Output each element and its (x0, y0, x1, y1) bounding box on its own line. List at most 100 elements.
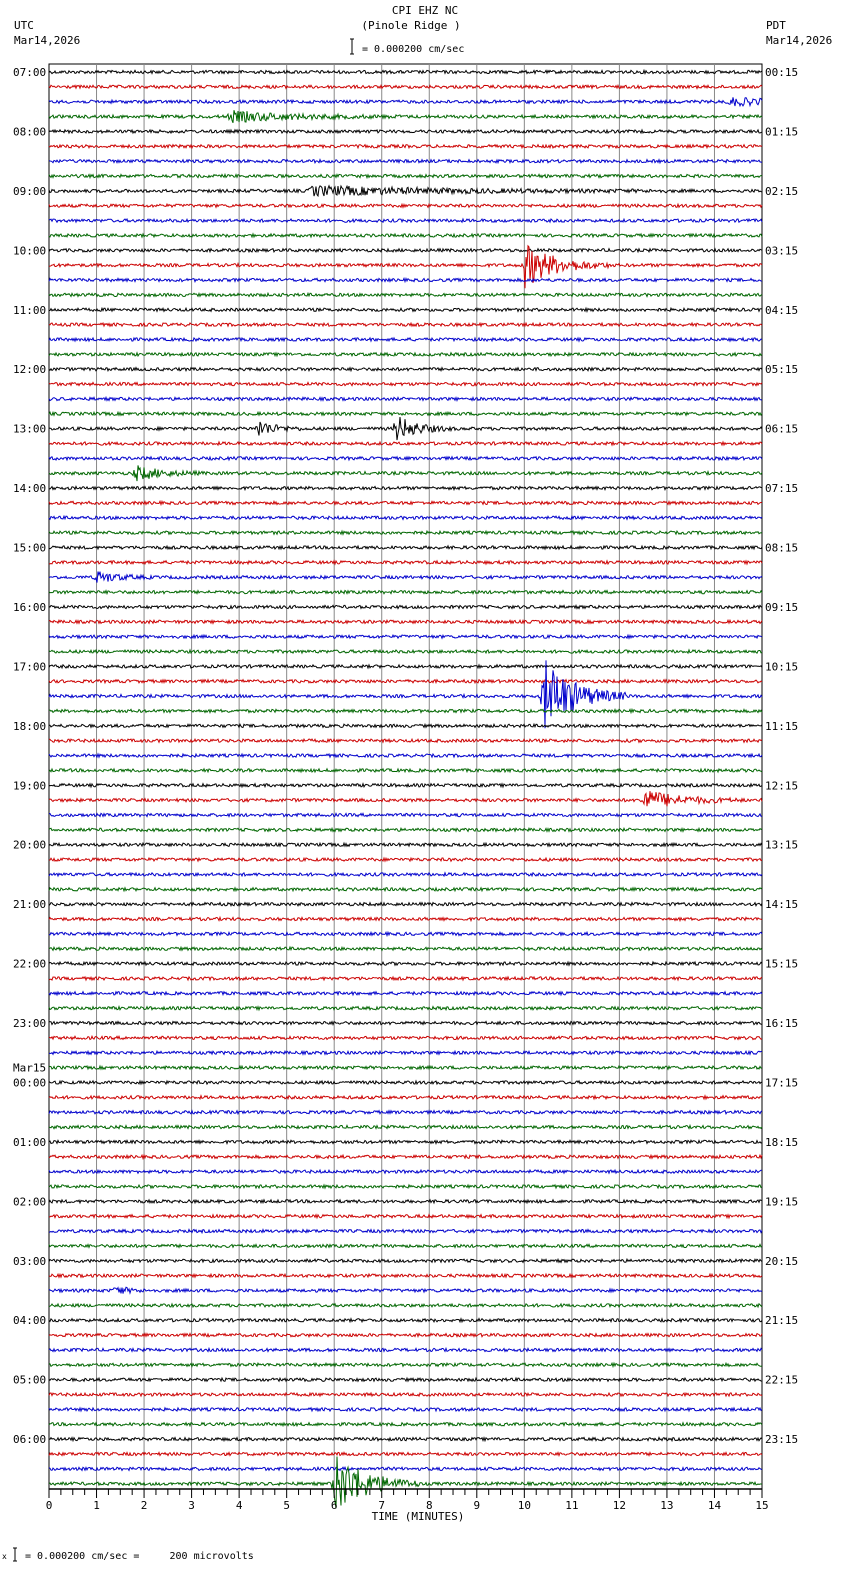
trace-line (48, 1168, 762, 1175)
trace-line (48, 217, 763, 224)
trace-line (49, 722, 763, 729)
trace-line (48, 975, 763, 982)
trace-line (48, 440, 763, 447)
utc-hour-label: 16:00 (13, 601, 46, 614)
utc-hour-label: 17:00 (13, 660, 46, 673)
x-tick-label: 0 (46, 1499, 53, 1512)
utc-hour-label: 00:00 (13, 1076, 46, 1089)
utc-hour-label: 03:00 (13, 1255, 46, 1268)
trace-line (48, 1049, 763, 1056)
trace-line (48, 1406, 763, 1413)
trace-line (48, 589, 763, 596)
pdt-hour-label: 21:15 (765, 1314, 798, 1327)
trace-line (48, 83, 763, 90)
pdt-hour-label: 03:15 (765, 244, 798, 257)
trace-line (48, 184, 763, 198)
trace-line (48, 1346, 763, 1354)
trace-line (48, 158, 763, 165)
trace-line (48, 1451, 763, 1458)
utc-hour-label: 13:00 (13, 423, 46, 436)
pdt-hour-label: 13:15 (765, 839, 798, 852)
trace-line (48, 1153, 763, 1161)
trace-line (48, 1243, 763, 1249)
trace-line (48, 1035, 763, 1041)
trace-line (48, 1139, 763, 1146)
right-date: Mar14,2026 (766, 34, 832, 47)
trace-line (48, 110, 763, 123)
trace-line (48, 1005, 763, 1012)
trace-line (48, 499, 763, 507)
utc-hour-label: 08:00 (13, 125, 46, 138)
x-tick-label: 4 (236, 1499, 243, 1512)
trace-line (48, 410, 763, 417)
trace-line (48, 660, 763, 729)
x-tick-label: 13 (660, 1499, 673, 1512)
trace-line (48, 826, 763, 833)
utc-hour-label: 10:00 (13, 244, 46, 257)
x-tick-label: 10 (518, 1499, 531, 1512)
trace-line (48, 648, 763, 655)
trace-line (48, 604, 763, 610)
pdt-hour-label: 11:15 (765, 720, 798, 733)
footer-scale-bar-icon (13, 1547, 17, 1562)
pdt-hour-label: 23:15 (765, 1433, 798, 1446)
x-tick-label: 11 (565, 1499, 578, 1512)
pdt-hour-label: 02:15 (765, 185, 798, 198)
seismogram: CPI EHZ NC (Pinole Ridge ) UTC Mar14,202… (2, 4, 832, 1562)
trace-line (48, 1436, 763, 1443)
pdt-hour-label: 00:15 (765, 66, 798, 79)
x-tick-label: 1 (93, 1499, 100, 1512)
utc-hour-label: 01:00 (13, 1136, 46, 1149)
trace-line (48, 1123, 763, 1130)
trace-line (48, 1456, 763, 1509)
trace-line (48, 571, 763, 583)
trace-line (48, 1376, 763, 1383)
x-tick-label: 2 (141, 1499, 148, 1512)
utc-hour-label: 22:00 (13, 958, 46, 971)
trace-line (49, 1213, 763, 1220)
scale-bar-icon (350, 38, 354, 55)
trace-line (48, 1421, 763, 1428)
pdt-hour-label: 08:15 (765, 542, 798, 555)
trace-line (48, 871, 763, 878)
trace-line (48, 381, 763, 387)
trace-line (48, 291, 763, 298)
trace-line (48, 791, 763, 807)
trace-line (48, 915, 763, 923)
utc-hour-label: 04:00 (13, 1314, 46, 1327)
trace-line (48, 1302, 763, 1309)
trace-line (48, 1332, 763, 1339)
x-tick-label: 12 (613, 1499, 626, 1512)
trace-line (48, 455, 763, 462)
pdt-hour-label: 05:15 (765, 363, 798, 376)
pdt-hour-label: 06:15 (765, 423, 798, 436)
trace-line (48, 678, 763, 685)
trace-line (48, 514, 763, 521)
pdt-hour-label: 16:15 (765, 1017, 798, 1030)
trace-line (48, 841, 763, 848)
trace-line (48, 143, 763, 150)
pdt-hour-label: 07:15 (765, 482, 798, 495)
pdt-hour-label: 18:15 (765, 1136, 798, 1149)
pdt-hour-label: 20:15 (765, 1255, 798, 1268)
trace-line (48, 247, 763, 254)
trace-line (48, 856, 763, 863)
pdt-hour-label: 14:15 (765, 898, 798, 911)
trace-line (48, 416, 763, 441)
trace-line (48, 1198, 763, 1205)
trace-line (48, 1094, 763, 1101)
trace-line (48, 544, 763, 551)
trace-line (48, 901, 763, 908)
trace-line (48, 232, 763, 239)
footer-scale-text: = 0.000200 cm/sec = 200 microvolts (25, 1551, 254, 1562)
trace-line (48, 1286, 763, 1295)
trace-line (48, 960, 763, 967)
trace-line (48, 395, 763, 402)
trace-line (48, 1183, 763, 1190)
x-tick-label: 14 (708, 1499, 722, 1512)
trace-line (48, 1109, 763, 1116)
trace-line (48, 782, 763, 789)
trace-line (48, 1228, 763, 1235)
utc-hour-label: 05:00 (13, 1374, 46, 1387)
trace-line (48, 1257, 763, 1264)
